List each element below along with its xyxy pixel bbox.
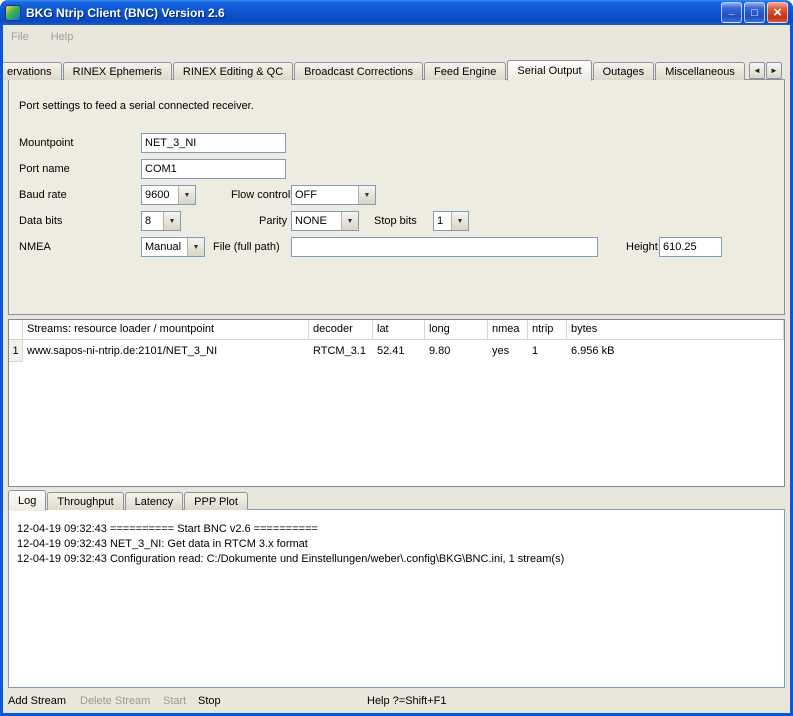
flow-control-label: Flow control	[231, 189, 290, 201]
header-bytes[interactable]: bytes	[567, 320, 784, 340]
add-stream-button[interactable]: Add Stream	[8, 695, 66, 707]
serial-output-panel: Port settings to feed a serial connected…	[8, 79, 785, 315]
stop-button[interactable]: Stop	[198, 695, 221, 707]
data-bits-value: 8	[142, 215, 163, 227]
tab-throughput[interactable]: Throughput	[47, 492, 123, 510]
flow-control-value: OFF	[292, 189, 358, 201]
tab-ppp-plot[interactable]: PPP Plot	[184, 492, 248, 510]
tab-miscellaneous[interactable]: Miscellaneous	[655, 62, 745, 80]
chevron-down-icon: ▼	[163, 212, 180, 230]
cell-bytes: 6.956 kB	[567, 340, 784, 362]
flow-control-select[interactable]: OFF ▼	[291, 185, 376, 205]
mountpoint-input[interactable]	[141, 133, 286, 153]
tab-latency[interactable]: Latency	[125, 492, 184, 510]
header-mountpoint[interactable]: Streams: resource loader / mountpoint	[23, 320, 309, 340]
tab-outages[interactable]: Outages	[593, 62, 655, 80]
row-number: 1	[9, 340, 23, 362]
log-output[interactable]: 12-04-19 09:32:43 ========== Start BNC v…	[8, 509, 785, 688]
cell-lat: 52.41	[373, 340, 425, 362]
window-controls: _ □ ×	[721, 2, 788, 23]
chevron-down-icon: ▼	[358, 186, 375, 204]
title-bar[interactable]: BKG Ntrip Client (BNC) Version 2.6 _ □ ×	[0, 0, 793, 25]
parity-value: NONE	[292, 215, 341, 227]
height-input[interactable]	[659, 237, 722, 257]
tab-scroll-left-button[interactable]: ◄	[749, 62, 765, 79]
tab-rinex-editing-qc[interactable]: RINEX Editing & QC	[173, 62, 293, 80]
scroll-right-icon: ►	[770, 66, 778, 75]
port-name-label: Port name	[19, 163, 70, 175]
tab-observations[interactable]: ervations	[3, 62, 62, 80]
chevron-down-icon: ▼	[187, 238, 204, 256]
window-title: BKG Ntrip Client (BNC) Version 2.6	[26, 6, 721, 20]
mountpoint-label: Mountpoint	[19, 137, 73, 149]
nmea-label: NMEA	[19, 241, 51, 253]
panel-description: Port settings to feed a serial connected…	[19, 100, 254, 112]
log-line: 12-04-19 09:32:43 ========== Start BNC v…	[17, 522, 784, 537]
baud-rate-select[interactable]: 9600 ▼	[141, 185, 196, 205]
header-nmea[interactable]: nmea	[488, 320, 528, 340]
scroll-left-icon: ◄	[753, 66, 761, 75]
menu-bar: File Help	[3, 25, 790, 49]
log-line: 12-04-19 09:32:43 Configuration read: C:…	[17, 552, 784, 567]
cell-decoder: RTCM_3.1	[309, 340, 373, 362]
streams-header-row: Streams: resource loader / mountpoint de…	[9, 320, 784, 340]
app-icon	[5, 5, 21, 21]
file-path-input[interactable]	[291, 237, 598, 257]
header-gutter	[9, 320, 23, 340]
header-ntrip[interactable]: ntrip	[528, 320, 567, 340]
cell-nmea: yes	[488, 340, 528, 362]
table-row[interactable]: 1 www.sapos-ni-ntrip.de:2101/NET_3_NI RT…	[9, 340, 784, 362]
cell-long: 9.80	[425, 340, 488, 362]
maximize-button[interactable]: □	[744, 2, 765, 23]
help-button[interactable]: Help ?=Shift+F1	[367, 695, 447, 707]
close-button[interactable]: ×	[767, 2, 788, 23]
data-bits-select[interactable]: 8 ▼	[141, 211, 181, 231]
minimize-icon: _	[728, 7, 734, 19]
tab-feed-engine[interactable]: Feed Engine	[424, 62, 506, 80]
tab-serial-output[interactable]: Serial Output	[507, 60, 591, 81]
tab-scroll-right-button[interactable]: ►	[766, 62, 782, 79]
client-area: File Help ervations RINEX Ephemeris RINE…	[3, 25, 790, 713]
delete-stream-button[interactable]: Delete Stream	[80, 695, 150, 707]
close-icon: ×	[773, 5, 782, 20]
header-long[interactable]: long	[425, 320, 488, 340]
main-tab-bar: ervations RINEX Ephemeris RINEX Editing …	[3, 59, 790, 80]
tab-scrollers: ◄ ►	[749, 62, 782, 79]
height-label: Height	[626, 241, 658, 253]
parity-label: Parity	[259, 215, 287, 227]
menu-file[interactable]: File	[11, 31, 29, 43]
tab-log[interactable]: Log	[8, 490, 46, 511]
tab-rinex-ephemeris[interactable]: RINEX Ephemeris	[63, 62, 172, 80]
stop-bits-select[interactable]: 1 ▼	[433, 211, 469, 231]
chevron-down-icon: ▼	[341, 212, 358, 230]
nmea-select[interactable]: Manual ▼	[141, 237, 205, 257]
tab-broadcast-corrections[interactable]: Broadcast Corrections	[294, 62, 423, 80]
cell-ntrip: 1	[528, 340, 567, 362]
chevron-down-icon: ▼	[451, 212, 468, 230]
baud-rate-value: 9600	[142, 189, 178, 201]
log-line: 12-04-19 09:32:43 NET_3_NI: Get data in …	[17, 537, 784, 552]
parity-select[interactable]: NONE ▼	[291, 211, 359, 231]
stop-bits-label: Stop bits	[374, 215, 417, 227]
maximize-icon: □	[751, 7, 758, 19]
header-lat[interactable]: lat	[373, 320, 425, 340]
file-path-label: File (full path)	[213, 241, 280, 253]
minimize-button[interactable]: _	[721, 2, 742, 23]
cell-mountpoint: www.sapos-ni-ntrip.de:2101/NET_3_NI	[23, 340, 309, 362]
footer-bar: Add Stream Delete Stream Start Stop Help…	[3, 688, 790, 713]
bottom-tab-bar: Log Throughput Latency PPP Plot	[8, 489, 249, 510]
port-name-input[interactable]	[141, 159, 286, 179]
chevron-down-icon: ▼	[178, 186, 195, 204]
app-window: BKG Ntrip Client (BNC) Version 2.6 _ □ ×…	[0, 0, 793, 716]
stop-bits-value: 1	[434, 215, 451, 227]
start-button[interactable]: Start	[163, 695, 186, 707]
nmea-value: Manual	[142, 241, 187, 253]
header-decoder[interactable]: decoder	[309, 320, 373, 340]
data-bits-label: Data bits	[19, 215, 62, 227]
streams-table: Streams: resource loader / mountpoint de…	[8, 319, 785, 487]
menu-help[interactable]: Help	[51, 31, 74, 43]
baud-rate-label: Baud rate	[19, 189, 67, 201]
